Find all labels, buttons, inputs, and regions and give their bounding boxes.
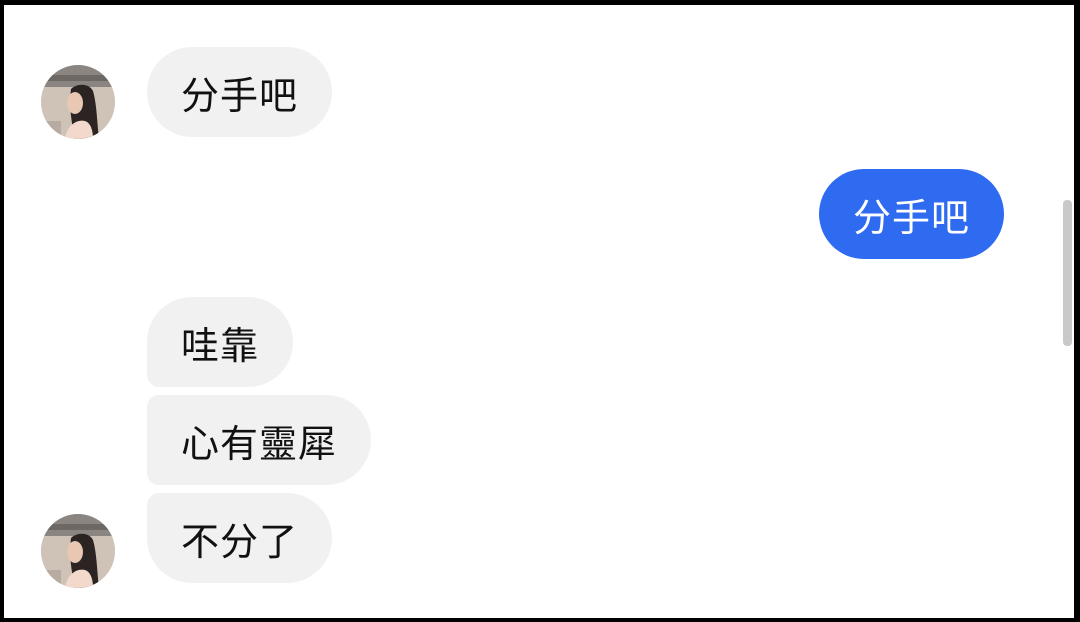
avatar-photo-icon [41, 514, 115, 588]
incoming-message[interactable]: 心有靈犀 [147, 395, 372, 485]
incoming-message[interactable]: 不分了 [147, 493, 333, 583]
scrollbar-thumb[interactable] [1063, 200, 1072, 346]
incoming-message[interactable]: 哇靠 [147, 297, 294, 387]
avatar-photo-icon [41, 65, 115, 139]
contact-avatar[interactable] [41, 514, 115, 588]
outgoing-message[interactable]: 分手吧 [819, 169, 1005, 259]
chat-window: 分手吧 分手吧 哇靠 心有靈犀 不分了 [4, 5, 1074, 618]
contact-avatar[interactable] [41, 65, 115, 139]
incoming-message[interactable]: 分手吧 [147, 47, 333, 137]
